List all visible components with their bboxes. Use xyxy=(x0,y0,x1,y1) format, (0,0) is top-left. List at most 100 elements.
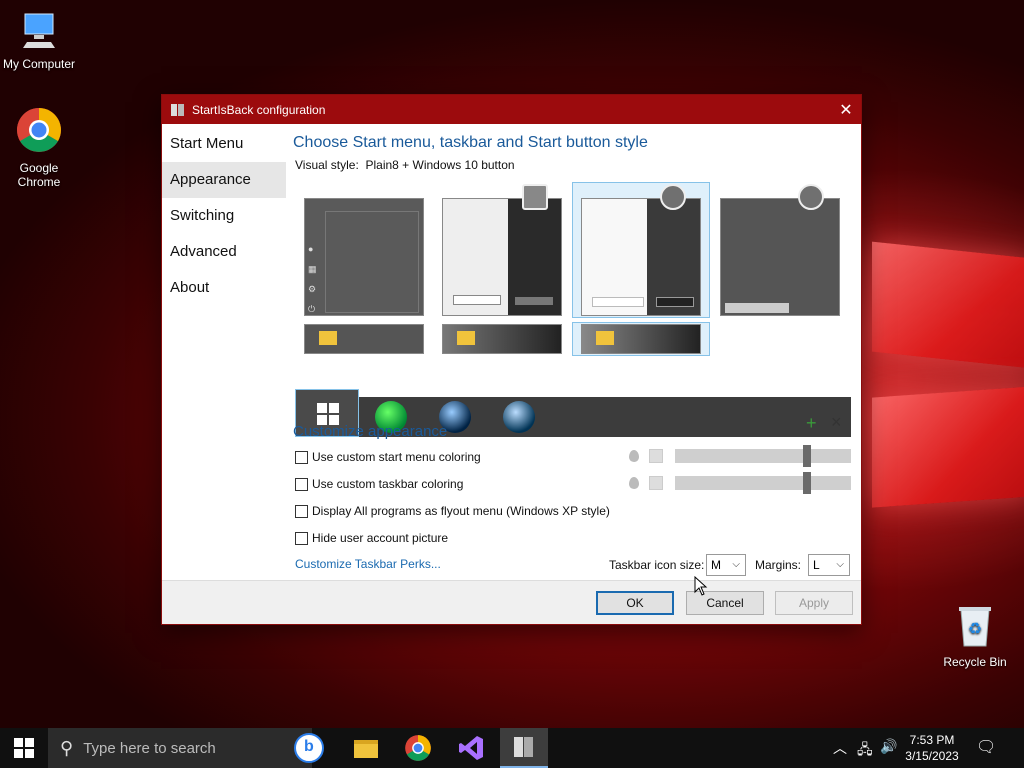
user-avatar-icon xyxy=(522,184,548,210)
bing-button[interactable]: b xyxy=(294,733,324,763)
remove-icon[interactable]: × xyxy=(831,412,842,433)
chevron-down-icon: ⌵ xyxy=(836,559,844,570)
margins-select[interactable]: L ⌵ xyxy=(808,554,850,576)
checkbox-label: Use custom taskbar coloring xyxy=(312,477,464,491)
windows-logo-icon xyxy=(14,738,34,758)
thumb-sidebar-icons: ● ▦ ⚙ ⏻ xyxy=(308,244,317,314)
visual-style-value: Plain8 + Windows 10 button xyxy=(365,158,515,172)
visual-studio-icon xyxy=(459,736,483,760)
taskbar-icon-size-value: M xyxy=(711,558,721,572)
network-icon[interactable]: 🖧 xyxy=(857,739,873,763)
color-drop-icon xyxy=(629,477,639,489)
start-menu-color-swatch[interactable] xyxy=(649,449,663,463)
folder-icon xyxy=(319,331,337,345)
sidebar-item-advanced[interactable]: Advanced xyxy=(162,234,286,270)
startisback-taskbar-button-active[interactable] xyxy=(500,728,548,768)
clock-date: 3/15/2023 xyxy=(905,749,959,763)
windows-logo-icon xyxy=(317,403,339,425)
close-button[interactable]: ✕ xyxy=(831,95,861,124)
checkbox-box[interactable] xyxy=(295,531,308,545)
sidebar-item-appearance[interactable]: Appearance xyxy=(162,162,286,198)
page-title: Choose Start menu, taskbar and Start but… xyxy=(293,134,648,151)
chevron-up-icon[interactable]: ︿ xyxy=(833,738,847,758)
slider-thumb[interactable] xyxy=(803,472,811,494)
checkbox-custom-start-menu-coloring[interactable]: Use custom start menu coloring xyxy=(295,450,481,464)
sidebar-nav: Start Menu Appearance Switching Advanced… xyxy=(162,124,286,582)
taskbar-icon-size-select[interactable]: M ⌵ xyxy=(706,554,746,576)
desktop-icon-recycle-bin[interactable]: ♻ Recycle Bin xyxy=(937,604,1013,669)
desktop-icon-chrome[interactable]: Google Chrome xyxy=(1,106,77,189)
add-icon[interactable]: + xyxy=(806,413,817,434)
dialog-title: StartIsBack configuration xyxy=(192,102,326,117)
taskbar-search-box[interactable]: ⚲ Type here to search xyxy=(48,728,312,768)
thumb-search-box xyxy=(453,295,501,305)
taskbar: ⚲ Type here to search b ︿ 🖧 🔊 7:53 PM 3/… xyxy=(0,728,1024,768)
thumb-search-box xyxy=(725,303,789,313)
folder-icon xyxy=(457,331,475,345)
style-thumbnail-4[interactable] xyxy=(720,198,840,316)
wallpaper-panel xyxy=(872,386,1024,508)
sidebar-item-about[interactable]: About xyxy=(162,270,286,306)
margins-value: L xyxy=(813,558,820,572)
ok-button[interactable]: OK xyxy=(596,591,674,615)
style-thumbnail-2[interactable] xyxy=(442,198,562,316)
taskbar-icon-size-label: Taskbar icon size: xyxy=(609,558,705,572)
taskbar-thumbnail-1[interactable] xyxy=(304,324,424,354)
search-icon: ⚲ xyxy=(60,737,74,758)
clock-time: 7:53 PM xyxy=(909,733,955,747)
volume-icon[interactable]: 🔊 xyxy=(880,738,897,755)
desktop-icon-my-computer[interactable]: My Computer xyxy=(1,10,77,71)
visual-studio-taskbar-button[interactable] xyxy=(457,734,485,762)
user-avatar-icon xyxy=(660,184,686,210)
checkbox-label: Display All programs as flyout menu (Win… xyxy=(312,504,610,518)
desktop-icon-label-line2: Chrome xyxy=(17,175,61,189)
checkbox-hide-user-picture[interactable]: Hide user account picture xyxy=(295,531,448,545)
start-menu-opacity-slider[interactable] xyxy=(675,445,851,467)
checkbox-box[interactable] xyxy=(295,504,308,518)
appearance-panel: Choose Start menu, taskbar and Start but… xyxy=(286,124,861,582)
customize-heading: Customize appearance xyxy=(293,423,448,440)
visual-style-label: Visual style: xyxy=(295,158,359,172)
thumb-tile xyxy=(325,211,419,313)
search-placeholder: Type here to search xyxy=(83,739,216,757)
checkbox-custom-taskbar-coloring[interactable]: Use custom taskbar coloring xyxy=(295,477,463,491)
taskbar-thumbnail-2[interactable] xyxy=(442,324,562,354)
checkbox-flyout-all-programs[interactable]: Display All programs as flyout menu (Win… xyxy=(295,504,610,518)
bing-icon: b xyxy=(304,738,314,755)
checkbox-box[interactable] xyxy=(295,477,308,491)
taskbar-opacity-slider[interactable] xyxy=(675,472,851,494)
svg-text:♻: ♻ xyxy=(968,621,982,638)
chrome-taskbar-button[interactable] xyxy=(404,734,432,762)
margins-label: Margins: xyxy=(755,558,802,572)
apply-button[interactable]: Apply xyxy=(775,591,853,615)
file-explorer-taskbar-button[interactable] xyxy=(352,734,380,762)
checkbox-box[interactable] xyxy=(295,450,308,464)
color-drop-icon xyxy=(629,450,639,462)
thumb-power-bar xyxy=(515,297,553,305)
chevron-down-icon: ⌵ xyxy=(732,559,740,570)
taskbar-thumbnail-3-selected[interactable] xyxy=(581,324,701,354)
desktop-icon-label: My Computer xyxy=(2,57,76,71)
thumb-search-box xyxy=(592,297,644,307)
style-thumbnail-3-selected[interactable] xyxy=(581,198,701,316)
title-bar[interactable]: StartIsBack configuration ✕ xyxy=(162,95,861,124)
config-dialog: StartIsBack configuration ✕ Start Menu A… xyxy=(161,94,862,625)
customize-taskbar-perks-link[interactable]: Customize Taskbar Perks... xyxy=(295,557,441,571)
user-avatar-icon xyxy=(798,184,824,210)
visual-style-line: Visual style: Plain8 + Windows 10 button xyxy=(295,158,515,172)
folder-icon xyxy=(354,740,378,758)
taskbar-color-swatch[interactable] xyxy=(649,476,663,490)
dialog-footer: OK Cancel Apply xyxy=(162,580,861,624)
clock[interactable]: 7:53 PM 3/15/2023 xyxy=(902,732,962,764)
desktop-icon-label: Recycle Bin xyxy=(943,655,1007,669)
start-button[interactable] xyxy=(0,728,48,768)
sidebar-item-start-menu[interactable]: Start Menu xyxy=(162,126,286,162)
start-button-option-vista-orb[interactable] xyxy=(503,401,535,433)
sidebar-item-switching[interactable]: Switching xyxy=(162,198,286,234)
notification-icon[interactable]: 🗨 xyxy=(976,737,996,757)
checkbox-label: Hide user account picture xyxy=(312,531,449,545)
style-thumbnail-1[interactable]: ● ▦ ⚙ ⏻ xyxy=(304,198,424,316)
folder-icon xyxy=(596,331,614,345)
slider-thumb[interactable] xyxy=(803,445,811,467)
chrome-icon xyxy=(17,108,61,152)
